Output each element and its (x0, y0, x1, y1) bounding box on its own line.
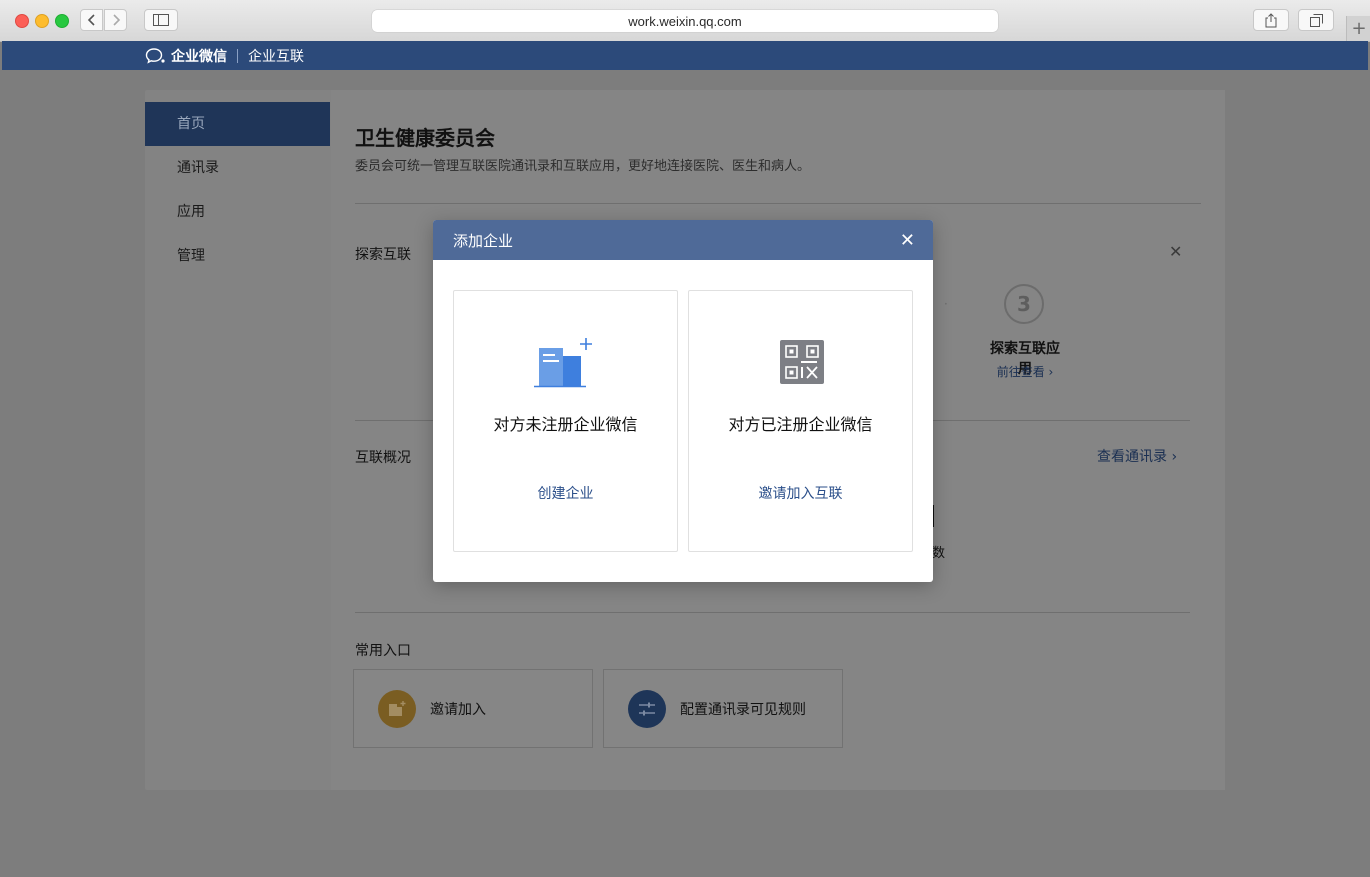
sidebar-nav: 首页 通讯录 应用 管理 (145, 102, 330, 790)
step-connector: · (944, 297, 948, 311)
view-contacts-link[interactable]: 查看通讯录 › (1097, 446, 1177, 466)
unregistered-option-title: 对方未注册企业微信 (493, 415, 638, 434)
site-header: 企业微信 企业互联 (2, 41, 1368, 70)
section-divider (355, 612, 1190, 613)
section-name[interactable]: 企业互联 (248, 46, 304, 66)
share-button[interactable] (1253, 9, 1289, 31)
back-button[interactable] (80, 9, 103, 31)
stat-label: 数 (932, 546, 946, 561)
configure-visibility-label: 配置通讯录可见规则 (680, 701, 806, 718)
invite-join-label: 邀请加入 (430, 701, 486, 718)
step-3-link[interactable]: 前往查看 › (984, 363, 1066, 380)
section-divider (355, 203, 1201, 204)
dialog-header: 添加企业 ✕ (433, 220, 933, 260)
configure-visibility-card[interactable]: 配置通讯录可见规则 (603, 669, 843, 748)
step-3-circle: 3 (1004, 284, 1044, 324)
sidebar-item-contacts[interactable]: 通讯录 (145, 146, 330, 190)
qr-code-icon (780, 340, 824, 384)
brand-name: 企业微信 (171, 48, 227, 65)
overview-section-title: 互联概况 (355, 450, 411, 466)
add-building-icon (534, 338, 592, 388)
close-window-button[interactable] (15, 14, 29, 28)
browser-toolbar: work.weixin.qq.com + (0, 0, 1370, 42)
invite-interconnect-link[interactable]: 邀请加入互联 (689, 483, 912, 503)
address-bar[interactable]: work.weixin.qq.com (372, 10, 998, 32)
header-divider (237, 48, 238, 63)
sliders-icon (628, 689, 666, 728)
close-explore-icon[interactable]: ✕ (1169, 242, 1182, 261)
sidebar-item-home[interactable]: 首页 (145, 102, 330, 146)
sidebar-icon (153, 14, 169, 26)
page-description: 委员会可统一管理互联医院通讯录和互联应用，更好地连接医院、医生和病人。 (355, 159, 811, 174)
dialog-title: 添加企业 (453, 231, 514, 250)
create-enterprise-link[interactable]: 创建企业 (454, 483, 677, 503)
back-chevron-icon (87, 14, 95, 26)
brand-logo[interactable]: 企业微信 (145, 46, 227, 66)
explore-section-title: 探索互联 (355, 247, 411, 263)
forward-chevron-icon (112, 14, 120, 26)
minimize-window-button[interactable] (35, 14, 49, 28)
show-tabs-button[interactable] (1298, 9, 1334, 31)
registered-option-title: 对方已注册企业微信 (728, 415, 873, 434)
registered-option-card[interactable]: 对方已注册企业微信 邀请加入互联 (688, 290, 913, 552)
close-icon[interactable]: ✕ (900, 230, 915, 251)
share-icon (1265, 12, 1277, 27)
wecom-logo-icon (145, 47, 165, 64)
zoom-window-button[interactable] (55, 14, 69, 28)
invite-building-icon (378, 689, 416, 728)
invite-join-card[interactable]: 邀请加入 (353, 669, 593, 748)
new-tab-button[interactable]: + (1346, 16, 1370, 41)
unregistered-option-card[interactable]: 对方未注册企业微信 创建企业 (453, 290, 678, 552)
forward-button[interactable] (104, 9, 127, 31)
add-enterprise-dialog: 添加企业 ✕ 对方未注册企业微信 创建企业 对方已注册企业微信 邀请加入互联 (433, 220, 933, 582)
sidebar-toggle-button[interactable] (144, 9, 178, 31)
entries-section-title: 常用入口 (355, 643, 411, 659)
plus-icon: + (1351, 18, 1367, 39)
sidebar-item-manage[interactable]: 管理 (145, 234, 330, 278)
tabs-icon (1309, 13, 1323, 27)
sidebar-item-apps[interactable]: 应用 (145, 190, 330, 234)
page-title: 卫生健康委员会 (355, 126, 495, 150)
